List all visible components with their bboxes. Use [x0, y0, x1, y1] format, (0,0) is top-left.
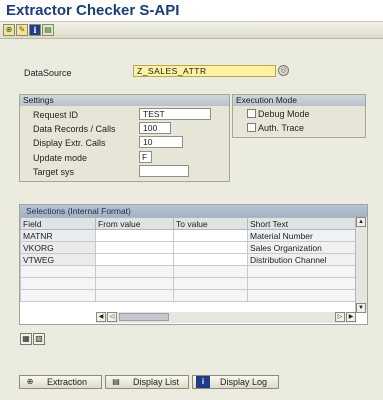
- field-cell: MATNR: [20, 229, 96, 242]
- scroll-left-page-icon[interactable]: ◁: [107, 312, 117, 322]
- display-extr-calls-input[interactable]: 10: [139, 136, 183, 148]
- data-records-input[interactable]: 100: [139, 122, 171, 134]
- to-value-cell[interactable]: [173, 229, 248, 242]
- data-records-label: Data Records / Calls: [33, 124, 116, 134]
- short-text-cell: Distribution Channel: [247, 253, 356, 266]
- execute-icon: ⊕: [26, 377, 34, 386]
- table-row: VTWEG Distribution Channel: [20, 253, 356, 266]
- empty-cell: [247, 289, 356, 302]
- empty-cell: [173, 265, 248, 278]
- target-sys-label: Target sys: [33, 167, 75, 177]
- auth-trace-checkbox[interactable]: [247, 123, 256, 132]
- from-value-cell[interactable]: [95, 253, 174, 266]
- window-title: Extractor Checker S-API: [0, 0, 383, 22]
- field-cell: VTWEG: [20, 253, 96, 266]
- empty-cell: [95, 289, 174, 302]
- selections-grid: Field From value To value Short Text MAT…: [20, 217, 356, 302]
- column-header-from[interactable]: From value: [95, 217, 174, 230]
- execute-icon[interactable]: ⊕: [3, 24, 15, 36]
- empty-cell: [173, 277, 248, 290]
- datasource-label: DataSource: [24, 68, 72, 78]
- deselect-all-icon[interactable]: ▧: [33, 333, 45, 345]
- empty-cell: [20, 277, 96, 290]
- application-toolbar: ⊕ ✎ i ▤: [0, 22, 383, 39]
- horizontal-scrollbar[interactable]: ◀ ◁ ▷ ▶: [96, 312, 356, 323]
- from-value-cell[interactable]: [95, 229, 174, 242]
- execution-mode-title: Execution Mode: [233, 95, 365, 106]
- display-list-button[interactable]: ▤ Display List: [105, 375, 189, 389]
- vertical-scrollbar[interactable]: ▲ ▼: [355, 217, 367, 313]
- to-value-cell[interactable]: [173, 253, 248, 266]
- scroll-thumb[interactable]: [119, 313, 169, 321]
- list-icon: ▤: [112, 377, 120, 386]
- table-row: [20, 265, 356, 278]
- empty-cell: [20, 289, 96, 302]
- update-mode-label: Update mode: [33, 153, 88, 163]
- table-row: MATNR Material Number: [20, 229, 356, 242]
- extraction-label: Extraction: [47, 377, 88, 387]
- empty-cell: [20, 265, 96, 278]
- empty-cell: [95, 265, 174, 278]
- select-all-icon[interactable]: ▦: [20, 333, 32, 345]
- get-variant-icon[interactable]: ✎: [16, 24, 28, 36]
- scroll-down-icon[interactable]: ▼: [356, 303, 366, 313]
- scroll-left-icon[interactable]: ◀: [96, 312, 106, 322]
- display-log-button[interactable]: i Display Log: [192, 375, 279, 389]
- short-text-cell: Material Number: [247, 229, 356, 242]
- extraction-button[interactable]: ⊕ Extraction: [19, 375, 102, 389]
- selections-table: Selections (Internal Format) Field From …: [19, 204, 368, 325]
- display-extr-calls-label: Display Extr. Calls: [33, 138, 106, 148]
- selections-title: Selections (Internal Format): [20, 205, 367, 217]
- update-mode-input[interactable]: F: [139, 151, 152, 163]
- scroll-right-icon[interactable]: ▶: [346, 312, 356, 322]
- empty-cell: [95, 277, 174, 290]
- auth-trace-label: Auth. Trace: [258, 123, 305, 133]
- datasource-input[interactable]: Z_SALES_ATTR: [133, 65, 276, 77]
- save-output-icon[interactable]: ▤: [42, 24, 54, 36]
- from-value-cell[interactable]: [95, 241, 174, 254]
- scroll-right-page-icon[interactable]: ▷: [335, 312, 345, 322]
- table-row: [20, 289, 356, 302]
- empty-cell: [247, 265, 356, 278]
- value-help-icon[interactable]: ◎: [278, 65, 289, 76]
- debug-mode-checkbox[interactable]: [247, 109, 256, 118]
- scroll-up-icon[interactable]: ▲: [356, 217, 366, 227]
- target-sys-input[interactable]: [139, 165, 189, 177]
- table-row: [20, 277, 356, 290]
- field-cell: VKORG: [20, 241, 96, 254]
- short-text-cell: Sales Organization: [247, 241, 356, 254]
- column-header-field[interactable]: Field: [20, 217, 96, 230]
- to-value-cell[interactable]: [173, 241, 248, 254]
- debug-mode-label: Debug Mode: [258, 109, 310, 119]
- info-icon: i: [196, 376, 210, 388]
- display-log-label: Display Log: [220, 377, 268, 387]
- request-id-label: Request ID: [33, 110, 79, 120]
- settings-title: Settings: [20, 95, 229, 106]
- table-row: VKORG Sales Organization: [20, 241, 356, 254]
- empty-cell: [247, 277, 356, 290]
- column-header-to[interactable]: To value: [173, 217, 248, 230]
- info-icon[interactable]: i: [29, 24, 41, 36]
- empty-cell: [173, 289, 248, 302]
- display-list-label: Display List: [133, 377, 180, 387]
- column-header-short-text[interactable]: Short Text: [247, 217, 356, 230]
- request-id-input[interactable]: TEST: [139, 108, 211, 120]
